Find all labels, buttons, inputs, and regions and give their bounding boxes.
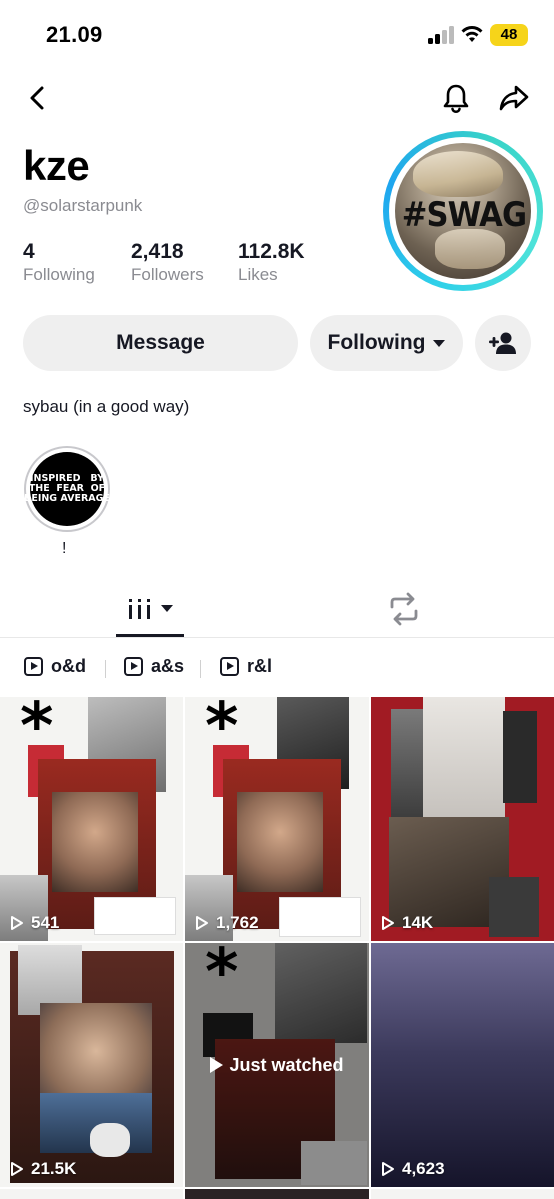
playlist-chip[interactable]: o&d: [24, 656, 86, 677]
repost-icon: [390, 592, 418, 626]
battery-icon: 48: [490, 24, 528, 46]
highlight-cover-text: INSPIRED BY THE FEAR OF BEING AVERAGE: [24, 473, 110, 504]
following-button-label: Following: [327, 331, 426, 354]
username-handle: @solarstarpunk: [23, 196, 143, 215]
tab-reposts[interactable]: [386, 592, 422, 626]
play-icon: [382, 916, 394, 930]
playlist-icon: [24, 657, 43, 676]
highlight-label: !: [62, 540, 67, 557]
video-thumbnail[interactable]: * 541: [0, 697, 183, 941]
view-count: 1,762: [195, 913, 259, 933]
bell-icon: [443, 84, 469, 113]
play-icon: [210, 1057, 224, 1073]
add-friend-button[interactable]: [475, 315, 531, 371]
stat-label: Likes: [238, 265, 278, 284]
share-button[interactable]: [494, 78, 534, 118]
active-tab-indicator: [116, 634, 184, 637]
highlight-cover: INSPIRED BY THE FEAR OF BEING AVERAGE: [24, 452, 110, 526]
grid-icon: [129, 598, 150, 619]
stat-label: Followers: [131, 265, 204, 284]
just-watched-label: Just watched: [229, 1054, 344, 1075]
play-icon: [11, 1162, 23, 1176]
view-count: 14K: [381, 913, 433, 933]
just-watched-overlay: Just watched: [185, 943, 369, 1187]
stat-value: 4: [23, 240, 35, 263]
content-tabs: [0, 580, 554, 638]
playlist-bar: o&d a&s r&l: [0, 650, 554, 686]
playlist-label: a&s: [151, 656, 185, 676]
caret-down-icon: [161, 605, 173, 612]
story-highlight[interactable]: INSPIRED BY THE FEAR OF BEING AVERAGE: [24, 446, 110, 532]
video-thumbnail[interactable]: * 1,762: [185, 697, 369, 941]
playlist-chip[interactable]: a&s: [124, 656, 184, 677]
status-time: 21.09: [46, 22, 103, 47]
play-icon: [11, 916, 23, 930]
message-button-label: Message: [116, 331, 205, 354]
stat-likes[interactable]: 112.8K Likes: [238, 240, 305, 285]
message-button[interactable]: Message: [23, 315, 298, 371]
back-button[interactable]: [18, 78, 58, 118]
signal-icon: [428, 26, 454, 44]
stat-following[interactable]: 4 Following: [23, 240, 95, 285]
playlist-icon: [220, 657, 239, 676]
display-name: kze: [23, 142, 90, 189]
video-thumbnail[interactable]: 21.5K: [0, 943, 183, 1187]
share-icon: [499, 85, 529, 111]
play-icon: [382, 1162, 394, 1176]
wifi-icon: [460, 24, 484, 44]
notification-button[interactable]: [436, 78, 476, 118]
stat-value: 2,418: [131, 240, 184, 263]
following-button[interactable]: Following: [310, 315, 463, 371]
caret-down-icon: [433, 339, 446, 347]
playlist-icon: [124, 657, 143, 676]
back-icon: [30, 86, 44, 110]
video-thumbnail[interactable]: 4,623: [371, 943, 554, 1187]
stat-followers[interactable]: 2,418 Followers: [131, 240, 204, 285]
view-count: 541: [10, 913, 59, 933]
view-count: 21.5K: [10, 1159, 76, 1179]
status-bar: 21.09 48: [0, 0, 554, 70]
video-thumbnail[interactable]: [371, 1189, 554, 1199]
avatar[interactable]: #SWAG: [383, 131, 543, 291]
avatar-image: #SWAG: [395, 143, 531, 279]
video-thumbnail[interactable]: [185, 1189, 369, 1199]
video-thumbnail[interactable]: [0, 1189, 183, 1199]
playlist-label: r&l: [247, 656, 273, 676]
view-count: 4,623: [381, 1159, 445, 1179]
video-thumbnail[interactable]: * Just watched: [185, 943, 369, 1187]
tab-videos[interactable]: [116, 580, 184, 637]
stat-value: 112.8K: [238, 240, 305, 263]
add-friend-icon: [489, 332, 516, 354]
avatar-text: #SWAG: [401, 195, 527, 235]
profile-bio: sybau (in a good way): [23, 397, 190, 416]
playlist-chip[interactable]: r&l: [220, 656, 272, 677]
battery-level: 48: [500, 26, 518, 43]
play-icon: [196, 916, 208, 930]
video-thumbnail[interactable]: 14K: [371, 697, 554, 941]
playlist-label: o&d: [51, 656, 86, 676]
stat-label: Following: [23, 265, 95, 284]
